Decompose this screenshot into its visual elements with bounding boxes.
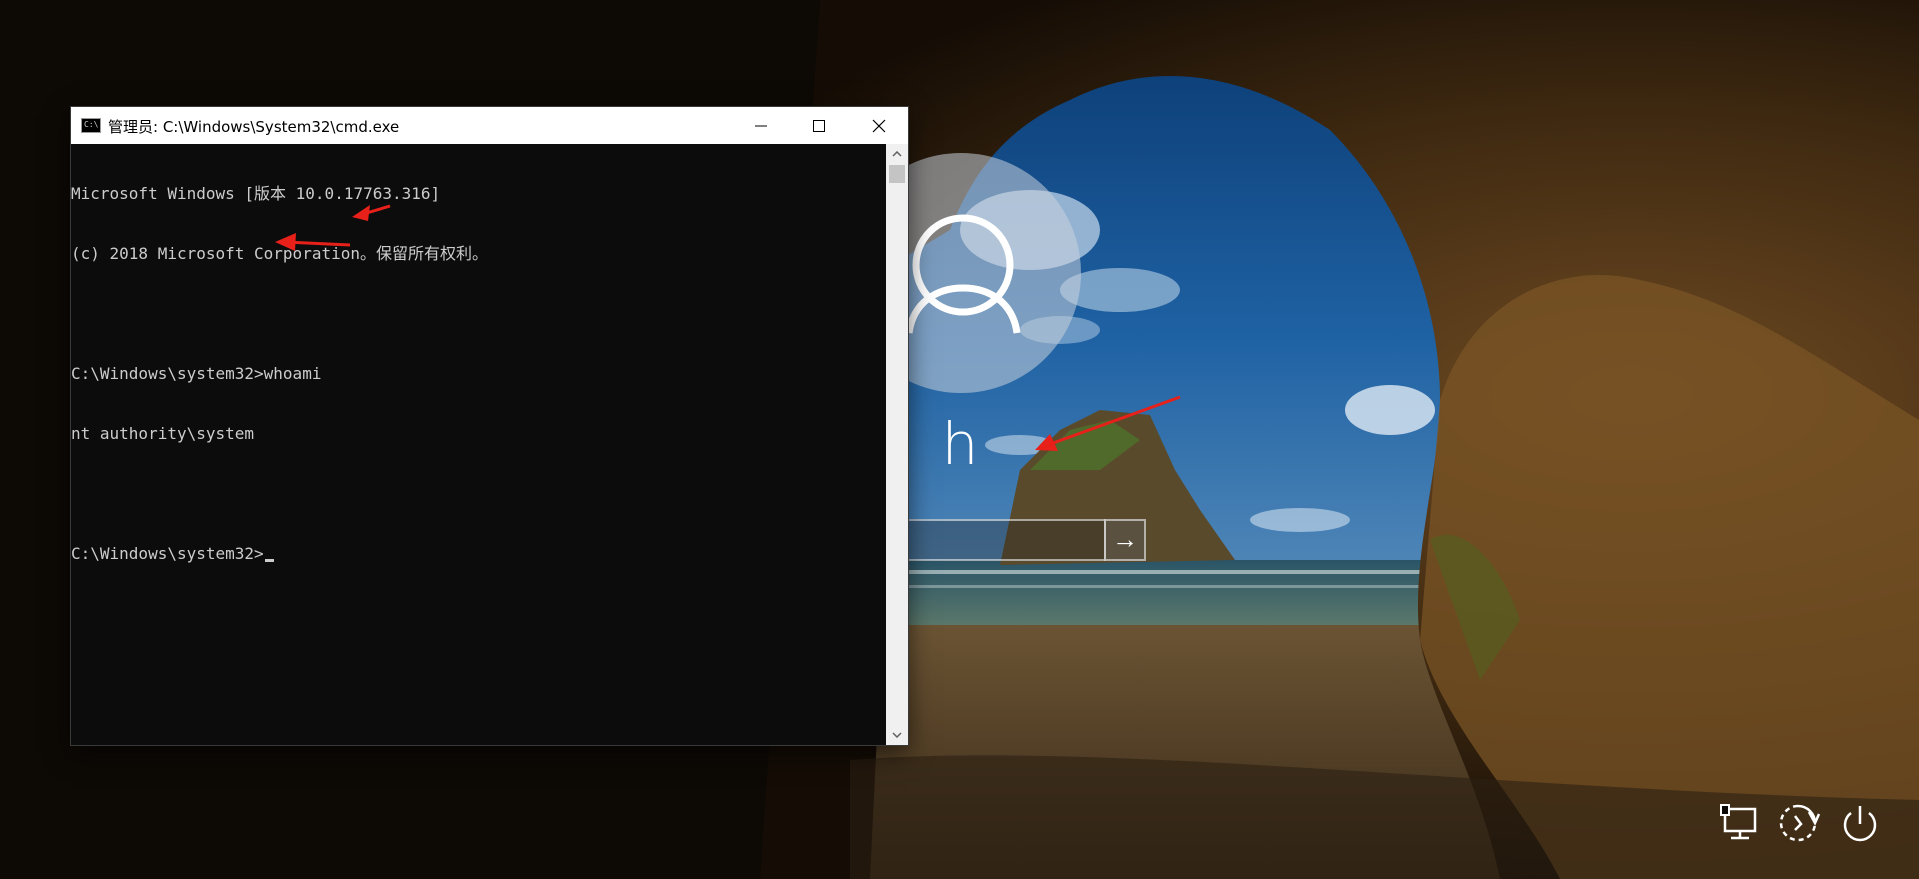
- maximize-icon: [813, 119, 825, 132]
- chevron-up-icon: [892, 151, 902, 157]
- minimize-icon: [755, 125, 767, 126]
- console-line: Microsoft Windows [版本 10.0.17763.316]: [71, 184, 441, 203]
- cmd-app-icon: C:\: [81, 118, 101, 133]
- title-bar[interactable]: C:\ 管理员: C:\Windows\System32\cmd.exe: [71, 107, 908, 144]
- power-button[interactable]: [1835, 798, 1885, 848]
- ease-of-access-icon: [1779, 804, 1821, 842]
- text-cursor: [264, 559, 274, 562]
- minimize-button[interactable]: [732, 107, 790, 144]
- network-icon: [1720, 804, 1757, 840]
- close-button[interactable]: [850, 107, 908, 144]
- scroll-down-button[interactable]: [886, 725, 908, 745]
- arrow-right-icon: →: [1112, 524, 1138, 554]
- user-name-label: h: [941, 410, 979, 478]
- scroll-thumb[interactable]: [889, 165, 905, 183]
- submit-arrow-button[interactable]: →: [1104, 519, 1146, 561]
- power-icon: [1843, 806, 1877, 842]
- console-prompt: C:\Windows\system32>: [71, 544, 264, 563]
- network-button[interactable]: [1715, 798, 1765, 848]
- window-title: 管理员: C:\Windows\System32\cmd.exe: [108, 118, 400, 136]
- scroll-up-button[interactable]: [886, 144, 908, 164]
- ease-of-access-button[interactable]: [1773, 798, 1823, 848]
- vertical-scrollbar[interactable]: [886, 144, 908, 745]
- cmd-window[interactable]: C:\ 管理员: C:\Windows\System32\cmd.exe Mic…: [71, 107, 908, 745]
- console-line: C:\Windows\system32>whoami: [71, 364, 322, 383]
- close-icon: [872, 119, 886, 132]
- maximize-button[interactable]: [790, 107, 848, 144]
- console-output[interactable]: Microsoft Windows [版本 10.0.17763.316] (c…: [71, 144, 886, 745]
- chevron-down-icon: [892, 732, 902, 738]
- console-line: nt authority\system: [71, 424, 255, 443]
- console-line: (c) 2018 Microsoft Corporation。保留所有权利。: [71, 244, 488, 263]
- console-prompt-line[interactable]: C:\Windows\system32>: [71, 544, 886, 564]
